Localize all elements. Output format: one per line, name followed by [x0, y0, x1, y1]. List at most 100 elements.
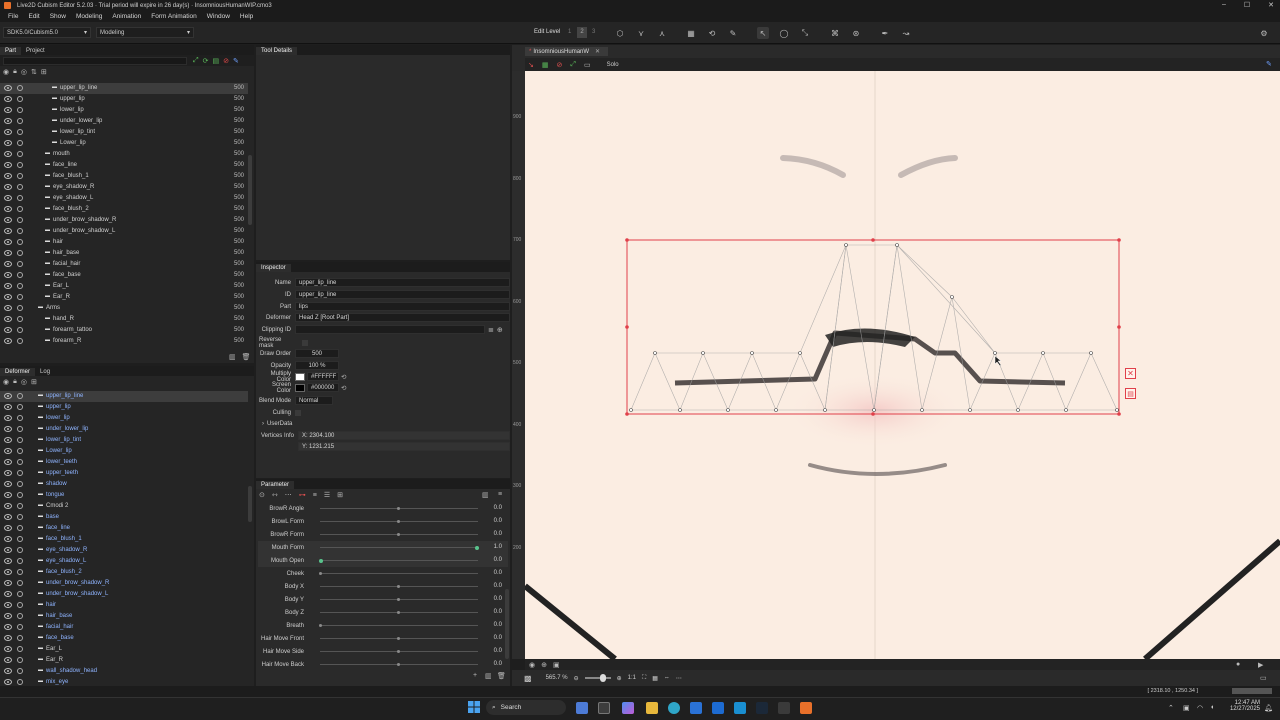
parameter-row[interactable]: Breath 0.0 — [258, 619, 508, 632]
visibility-eye-icon[interactable] — [4, 151, 12, 157]
taskbar-clock[interactable]: 12:47 AM 12/27/2025 — [1222, 700, 1260, 712]
visibility-eye-icon[interactable] — [4, 470, 12, 476]
visibility-eye-icon[interactable] — [4, 129, 12, 135]
lock-toggle-icon[interactable] — [17, 338, 23, 344]
menu-modeling[interactable]: Modeling — [71, 13, 107, 20]
mesh-edit-icon[interactable]: ⬡ — [614, 27, 626, 39]
task-view-icon[interactable] — [598, 702, 610, 714]
tab-tool-details[interactable]: Tool Details — [256, 47, 298, 55]
menu-help[interactable]: Help — [235, 13, 258, 20]
lock-toggle-icon[interactable] — [17, 283, 23, 289]
tree-row[interactable]: ▬ facial_hair — [0, 622, 248, 633]
visibility-eye-icon[interactable] — [4, 602, 12, 608]
mask-icon[interactable]: ⊘ — [557, 61, 563, 69]
tree-row[interactable]: ▬ forearm_R 500 — [0, 336, 248, 347]
lock-toggle-icon[interactable] — [17, 569, 23, 575]
tab-deformer[interactable]: Deformer — [0, 368, 36, 376]
lock-toggle-icon[interactable] — [17, 679, 23, 685]
lock-all-icon[interactable]: 🔒︎ — [13, 68, 17, 76]
link-icon[interactable]: ⇿ — [272, 491, 278, 499]
close-window-button[interactable]: ✕ — [1268, 1, 1274, 9]
lock-toggle-icon[interactable] — [17, 228, 23, 234]
tree-row[interactable]: ▬ eye_shadow_R 500 — [0, 182, 248, 193]
zoom-out-icon[interactable]: ⊖ — [574, 675, 579, 682]
lock-toggle-icon[interactable] — [17, 151, 23, 157]
tree-row[interactable]: ▬ lower_lip_tint — [0, 435, 248, 446]
visibility-eye-icon[interactable] — [4, 294, 12, 300]
parameter-row[interactable]: Body Z 0.0 — [258, 606, 508, 619]
tree-row[interactable]: ▬ upper_lip 500 — [0, 94, 248, 105]
visibility-eye-icon[interactable] — [4, 437, 12, 443]
align-icon[interactable]: ☰ — [324, 491, 330, 499]
tree-row[interactable]: ▬ face_base — [0, 633, 248, 644]
parameter-value[interactable]: 0.0 — [494, 635, 502, 641]
visibility-eye-icon[interactable] — [4, 613, 12, 619]
file-explorer-icon[interactable] — [646, 702, 658, 714]
parameter-row[interactable]: Body Y 0.0 — [258, 593, 508, 606]
steam-icon[interactable] — [756, 702, 768, 714]
lock-toggle-icon[interactable] — [17, 514, 23, 520]
lock-toggle-icon[interactable] — [17, 217, 23, 223]
tree-row[interactable]: ▬ tongue — [0, 490, 248, 501]
visibility-eye-icon[interactable] — [4, 536, 12, 542]
tree-row[interactable]: ▬ mouth 500 — [0, 149, 248, 160]
visibility-eye-icon[interactable] — [4, 426, 12, 432]
visibility-eye-icon[interactable] — [4, 195, 12, 201]
arrow-select-icon[interactable]: ↖ — [757, 27, 769, 39]
tree-row[interactable]: ▬ forearm_tattoo 500 — [0, 325, 248, 336]
parameter-row[interactable]: Body X 0.0 — [258, 580, 508, 593]
visibility-eye-icon[interactable] — [4, 305, 12, 311]
tab-inspector[interactable]: Inspector — [256, 264, 291, 272]
multiply-swatch[interactable] — [295, 372, 305, 381]
copy-icon[interactable]: ▥ — [229, 353, 236, 361]
grid-icon[interactable]: ▦ — [685, 27, 697, 39]
vertex-tool-icon[interactable]: ⋏ — [656, 27, 668, 39]
part-scrollbar[interactable] — [248, 155, 252, 225]
tree-row[interactable]: ▬ Ear_L — [0, 644, 248, 655]
lock-toggle-icon[interactable] — [17, 327, 23, 333]
lock-toggle-icon[interactable] — [17, 492, 23, 498]
menu-form-animation[interactable]: Form Animation — [146, 13, 202, 20]
lock-toggle-icon[interactable] — [17, 525, 23, 531]
lock-toggle-icon[interactable] — [17, 470, 23, 476]
tree-row[interactable]: ▬ Lower_lip — [0, 446, 248, 457]
reset-icon[interactable]: ⟲ — [341, 373, 346, 381]
visibility-eye-icon[interactable] — [4, 503, 12, 509]
lock-toggle-icon[interactable] — [17, 140, 23, 146]
eye-all-icon[interactable]: ◉ — [3, 68, 9, 76]
part-select[interactable]: lips — [295, 302, 510, 311]
maximize-button[interactable]: ☐ — [1244, 1, 1250, 9]
filter-icon[interactable]: ◎ — [21, 68, 27, 76]
trash-icon[interactable]: 🗑︎ — [497, 672, 506, 680]
tree-row[interactable]: ▬ upper_lip — [0, 402, 248, 413]
tree-row[interactable]: ▬ Ear_R 500 — [0, 292, 248, 303]
transform-icon[interactable]: ⤡ — [799, 27, 811, 39]
camera-icon[interactable]: ▣ — [553, 661, 560, 669]
parameter-row[interactable]: Cheek 0.0 — [258, 567, 508, 580]
parameter-slider-knob[interactable] — [397, 650, 400, 653]
lock-toggle-icon[interactable] — [17, 85, 23, 91]
lock-toggle-icon[interactable] — [17, 393, 23, 399]
tree-icon[interactable]: ⊞ — [337, 491, 343, 499]
visibility-eye-icon[interactable] — [4, 261, 12, 267]
visibility-eye-icon[interactable] — [4, 162, 12, 168]
tree-row[interactable]: ▬ shadow — [0, 479, 248, 490]
tree-row[interactable]: ▬ lower_lip_tint 500 — [0, 127, 248, 138]
tree-row[interactable]: ▬ face_base 500 — [0, 270, 248, 281]
trash-icon[interactable]: 🗑︎ — [242, 353, 251, 361]
lock-toggle-icon[interactable] — [17, 184, 23, 190]
zoom-slider-knob[interactable] — [599, 674, 606, 682]
lock-toggle-icon[interactable] — [17, 96, 23, 102]
parameter-slider-knob[interactable] — [397, 611, 400, 614]
lock-toggle-icon[interactable] — [17, 657, 23, 663]
parameter-value[interactable]: 0.0 — [494, 648, 502, 654]
workspace-icon[interactable]: ⚙ — [1258, 27, 1270, 39]
tree-row[interactable]: ▬ face_blush_2 — [0, 567, 248, 578]
lock-toggle-icon[interactable] — [17, 129, 23, 135]
lock-toggle-icon[interactable] — [17, 272, 23, 278]
tree-icon[interactable]: ⊞ — [31, 378, 37, 386]
menu-window[interactable]: Window — [202, 13, 235, 20]
play-icon[interactable]: ⊙ — [259, 491, 265, 499]
tree-row[interactable]: ▬ Ear_L 500 — [0, 281, 248, 292]
parameter-value[interactable]: 1.0 — [494, 544, 502, 550]
